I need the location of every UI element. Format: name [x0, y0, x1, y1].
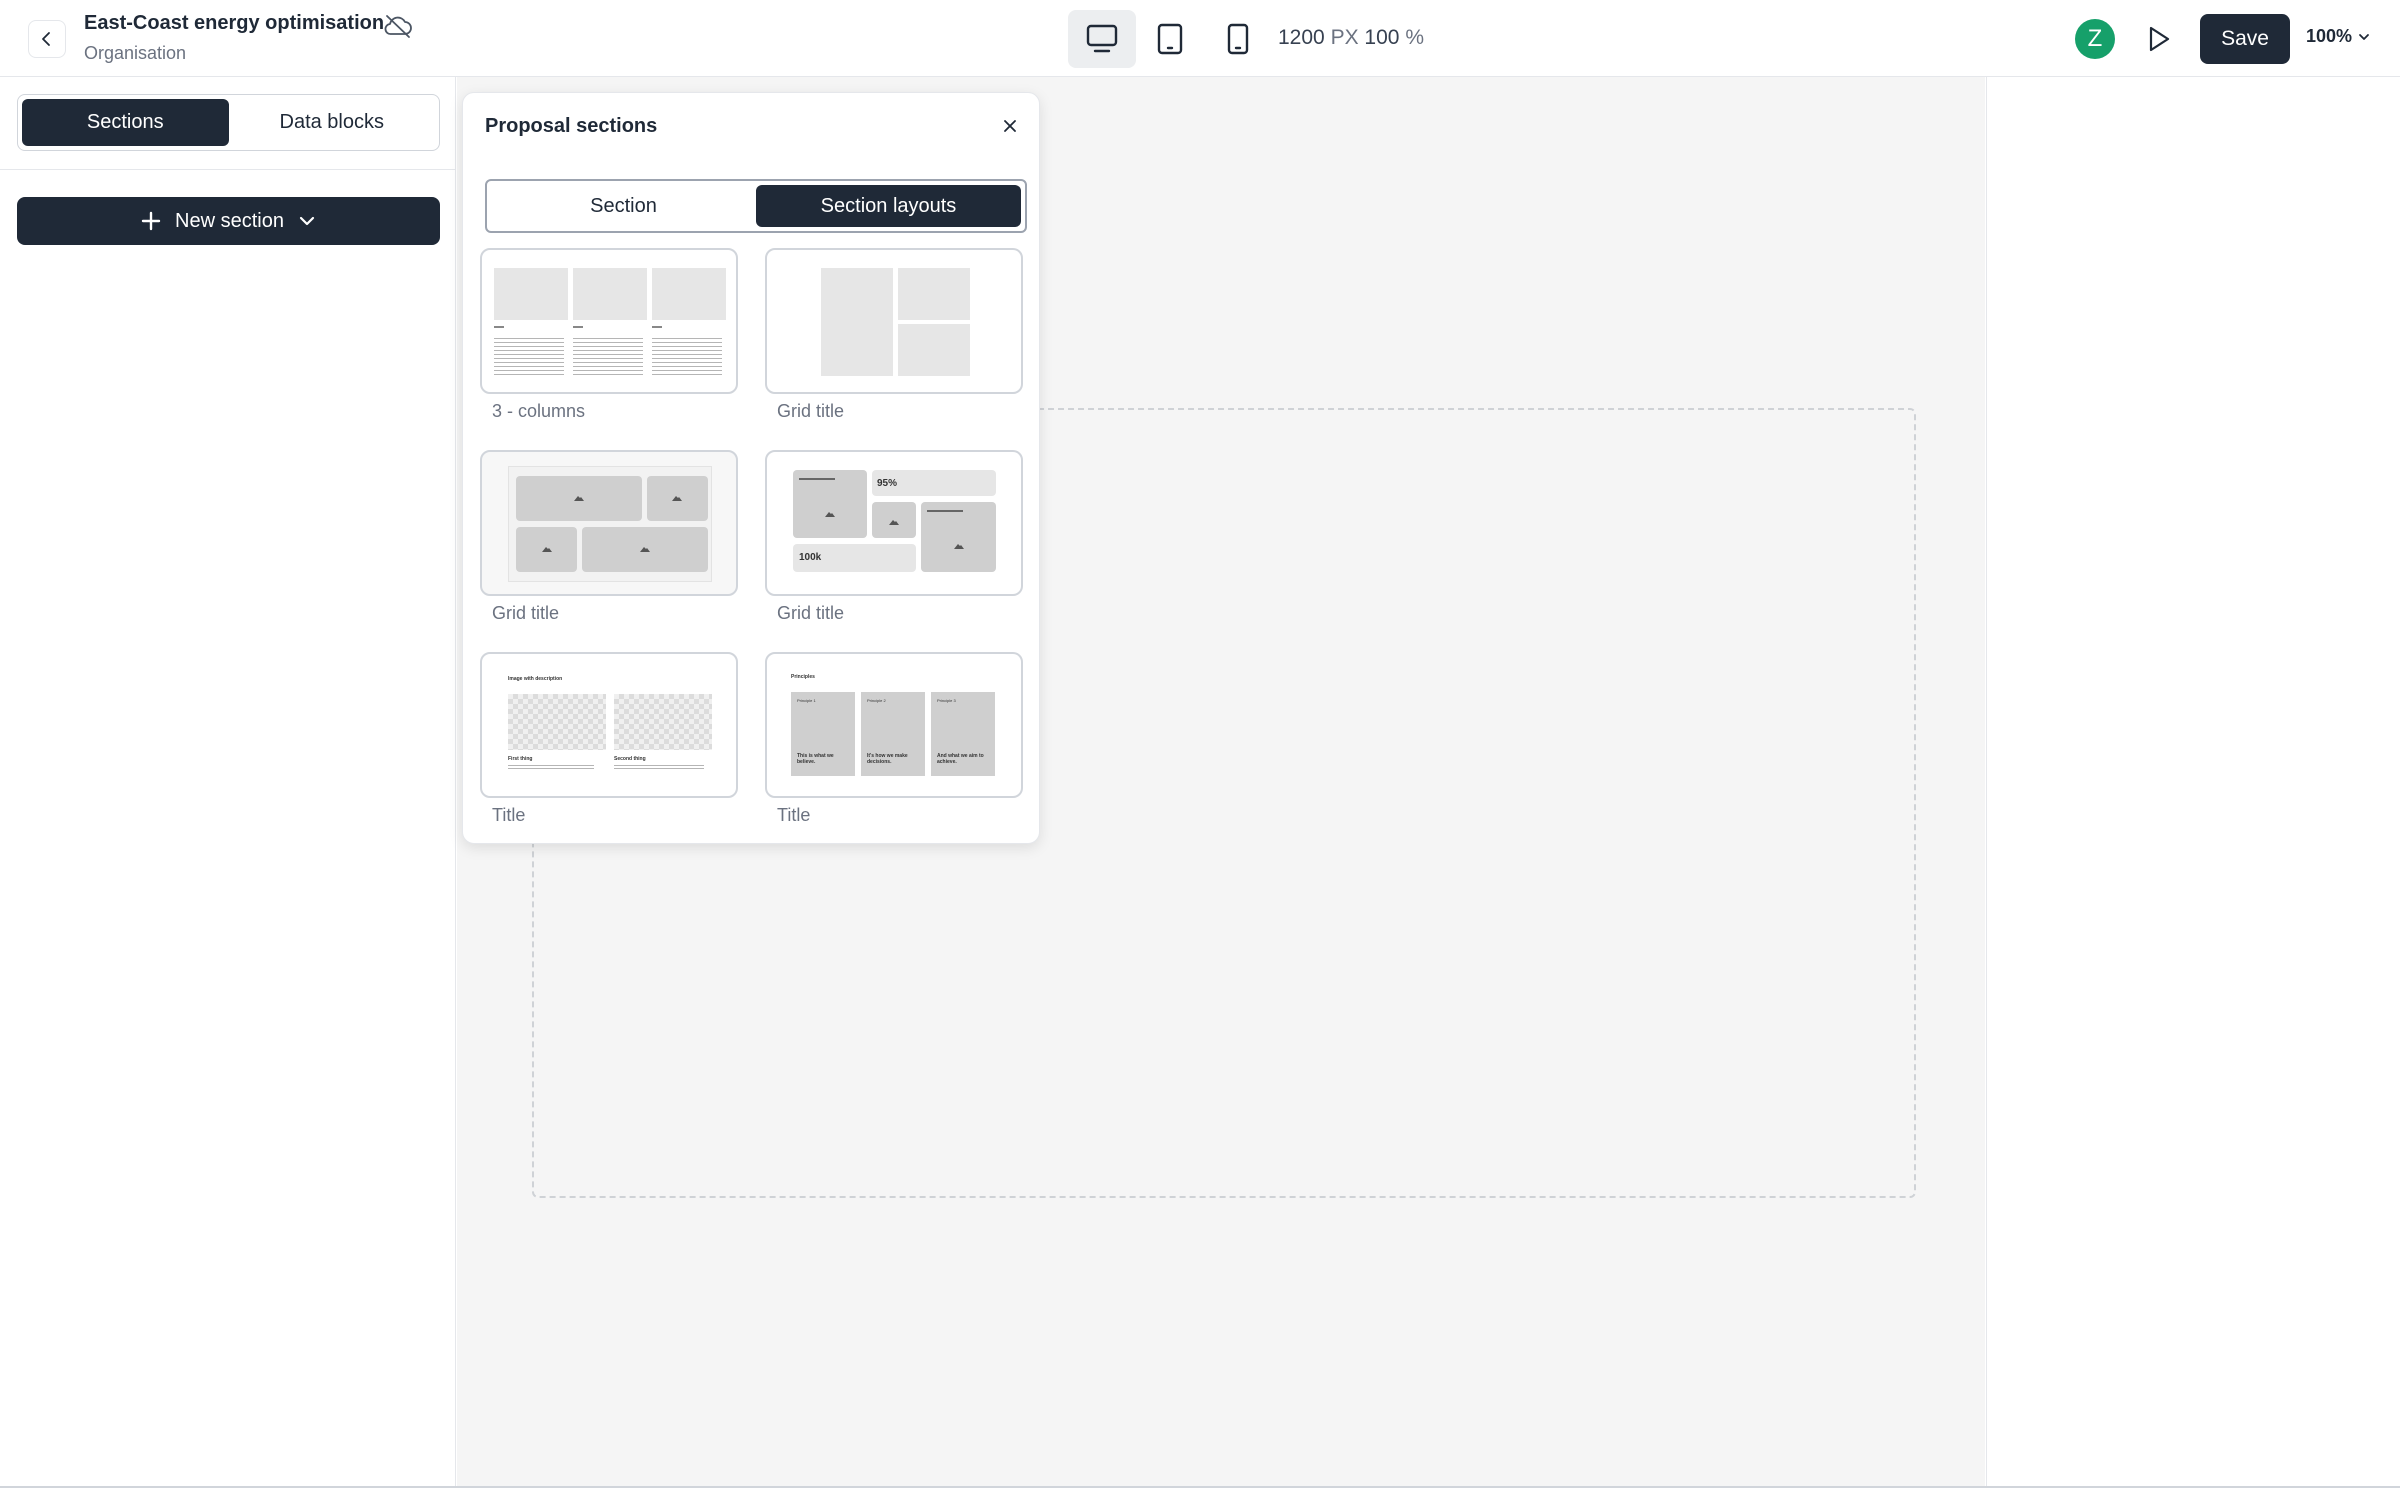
- preview-heading: Principles: [791, 674, 815, 680]
- scale-unit: %: [1405, 26, 1424, 49]
- layout-card-image-with-description[interactable]: Image with description First thing Secon…: [480, 652, 738, 798]
- image-icon: [889, 520, 899, 525]
- principle-label: Principle 2: [867, 698, 886, 703]
- new-section-button[interactable]: New section: [17, 197, 440, 245]
- mobile-icon: [1227, 23, 1249, 55]
- image-placeholder: [614, 694, 712, 750]
- principle-text: And what we aim to achieve.: [937, 753, 984, 765]
- close-icon: [1004, 120, 1016, 132]
- layout-label: Grid title: [492, 603, 560, 623]
- tab-data-blocks[interactable]: Data blocks: [229, 99, 436, 146]
- document-subtitle: Organisation: [84, 43, 187, 63]
- column-title-line: [573, 326, 583, 328]
- image-placeholder: [508, 694, 606, 750]
- image-icon: [640, 547, 650, 552]
- stat-value: 100k: [799, 552, 822, 563]
- back-button[interactable]: [28, 20, 66, 58]
- plus-icon: [141, 211, 161, 231]
- caption-text-lines: [614, 765, 704, 769]
- layout-card-principles[interactable]: Principles Principle 1 Principle 2 Princ…: [765, 652, 1023, 798]
- left-panel: Sections Data blocks New section: [0, 77, 456, 1488]
- user-avatar[interactable]: Z: [2075, 19, 2115, 59]
- layout-label: Grid title: [777, 603, 845, 623]
- feature-card: [793, 470, 867, 538]
- stat-value: 95%: [877, 478, 898, 489]
- desktop-view-button[interactable]: [1068, 10, 1136, 68]
- cloud-offline-icon: [384, 15, 412, 38]
- chevron-down-icon: [2359, 33, 2369, 40]
- desktop-icon: [1086, 24, 1118, 53]
- column-image-placeholder: [573, 268, 647, 320]
- layout-label: Title: [492, 805, 526, 825]
- play-icon: [2149, 26, 2170, 52]
- device-switcher: [1068, 10, 1272, 68]
- column-text-lines: [494, 338, 564, 378]
- top-bar: East-Coast energy optimisation Organisat…: [0, 0, 2400, 77]
- chevron-left-icon: [42, 32, 50, 46]
- layout-label: 3 - columns: [492, 401, 586, 421]
- image-icon: [954, 544, 964, 549]
- new-section-label: New section: [175, 209, 284, 232]
- panel-tabs: Sections Data blocks: [17, 94, 440, 151]
- caption-title: First thing: [508, 756, 533, 762]
- tablet-icon: [1157, 23, 1183, 55]
- principle-label: Principle 3: [937, 698, 956, 703]
- principle-text: This is what we believe.: [797, 753, 834, 765]
- right-panel: [1986, 77, 2400, 1488]
- layout-card-stats-grid[interactable]: 95% 100k: [765, 450, 1023, 596]
- column-text-lines: [652, 338, 722, 378]
- preview-button[interactable]: [2140, 20, 2178, 58]
- layout-card-grid[interactable]: [765, 248, 1023, 394]
- column-image-placeholder: [494, 268, 568, 320]
- width-unit: PX: [1330, 26, 1359, 49]
- layout-label: Title: [777, 805, 811, 825]
- popover-title: Proposal sections: [485, 115, 658, 137]
- principle-text: It's how we make decisions.: [867, 753, 908, 765]
- feature-title-line: [927, 510, 963, 512]
- tab-section[interactable]: Section: [491, 185, 756, 227]
- column-image-placeholder: [652, 268, 726, 320]
- grid-block-tall: [821, 268, 893, 376]
- column-title-line: [494, 326, 504, 328]
- zoom-select[interactable]: 100%: [2306, 26, 2370, 47]
- layout-card-image-grid[interactable]: [480, 450, 738, 596]
- image-icon: [542, 547, 552, 552]
- image-icon: [574, 496, 584, 501]
- proposal-sections-popover: Proposal sections Section Section layout…: [462, 92, 1040, 844]
- save-button[interactable]: Save: [2200, 14, 2290, 64]
- close-button[interactable]: [997, 113, 1023, 139]
- layout-label: Grid title: [777, 401, 845, 421]
- mobile-view-button[interactable]: [1204, 10, 1272, 68]
- caption-title: Second thing: [614, 756, 646, 762]
- width-value: 1200: [1278, 26, 1325, 49]
- canvas-dimensions[interactable]: 1200 PX 100 %: [1278, 26, 1424, 50]
- chevron-down-icon: [299, 216, 315, 226]
- tablet-view-button[interactable]: [1136, 10, 1204, 68]
- grid-block-small: [898, 324, 970, 376]
- tab-sections[interactable]: Sections: [22, 99, 229, 146]
- tab-section-layouts[interactable]: Section layouts: [756, 185, 1021, 227]
- caption-text-lines: [508, 765, 594, 771]
- zoom-value: 100%: [2306, 26, 2353, 46]
- panel-divider: [0, 169, 456, 170]
- grid-block-small: [898, 268, 970, 320]
- preview-heading: Image with description: [508, 676, 563, 682]
- image-icon: [825, 512, 835, 517]
- column-title-line: [652, 326, 662, 328]
- popover-tabs: Section Section layouts: [485, 179, 1027, 233]
- feature-title-line: [799, 478, 835, 480]
- scale-value: 100: [1364, 26, 1400, 49]
- layout-card-three-columns[interactable]: [480, 248, 738, 394]
- image-icon: [672, 496, 682, 501]
- column-text-lines: [573, 338, 643, 378]
- principle-label: Principle 1: [797, 698, 816, 703]
- feature-card: [921, 502, 996, 572]
- document-title[interactable]: East-Coast energy optimisation: [84, 12, 384, 35]
